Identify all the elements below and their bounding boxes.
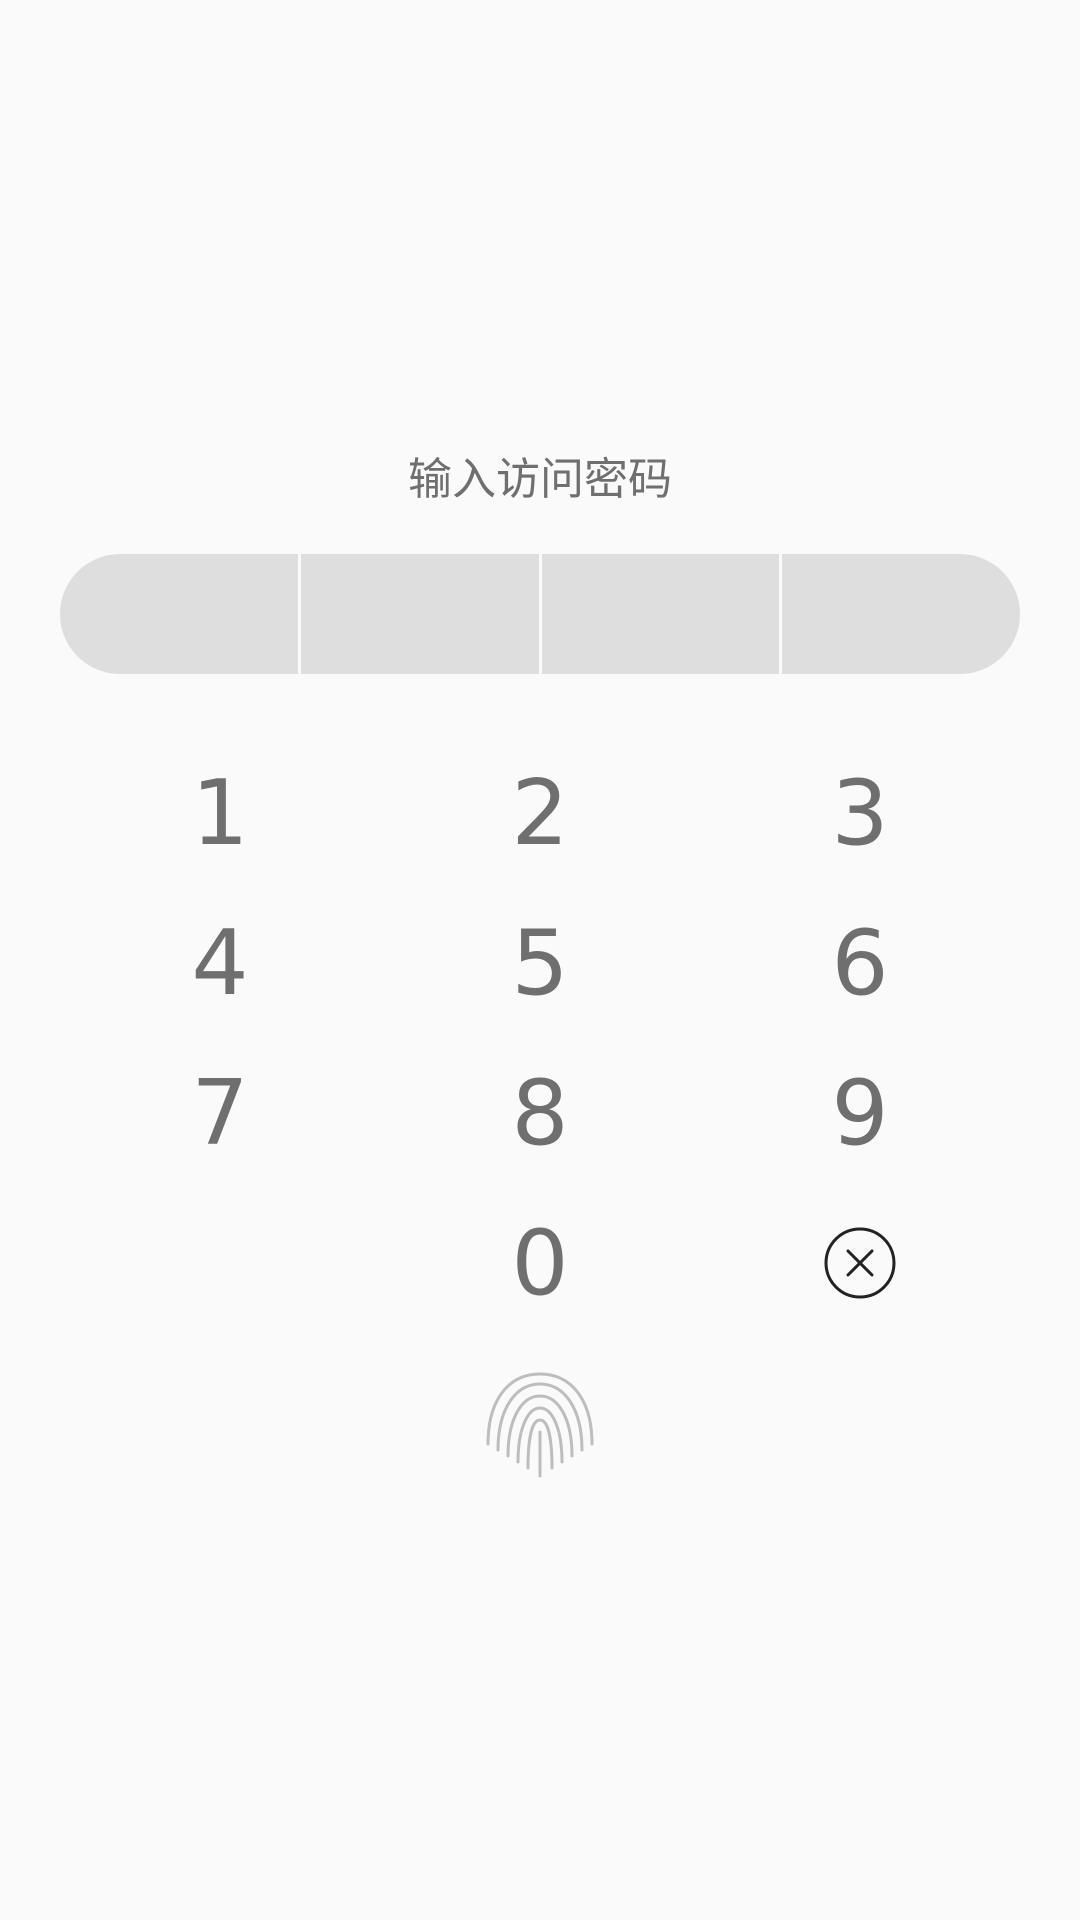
clear-circle-icon [824, 1227, 896, 1299]
pin-slot-3 [541, 554, 780, 674]
key-6[interactable]: 6 [700, 888, 1020, 1038]
delete-button[interactable] [700, 1188, 1020, 1338]
numeric-keypad: 1 2 3 4 5 6 7 8 9 0 [60, 738, 1020, 1338]
key-8[interactable]: 8 [380, 1038, 700, 1188]
pin-slot-4 [782, 554, 1020, 674]
key-4[interactable]: 4 [60, 888, 380, 1038]
key-7[interactable]: 7 [60, 1038, 380, 1188]
pin-slot-2 [300, 554, 539, 674]
page-title: 输入访问密码 [408, 454, 672, 505]
fingerprint-icon [486, 1372, 594, 1478]
empty-key-slot [60, 1188, 380, 1338]
key-5[interactable]: 5 [380, 888, 700, 1038]
key-1[interactable]: 1 [60, 738, 380, 888]
pin-entry-field[interactable] [60, 554, 1020, 674]
fingerprint-button[interactable] [482, 1368, 598, 1484]
pin-slot-1 [60, 554, 298, 674]
key-9[interactable]: 9 [700, 1038, 1020, 1188]
key-2[interactable]: 2 [380, 738, 700, 888]
key-3[interactable]: 3 [700, 738, 1020, 888]
key-0[interactable]: 0 [380, 1188, 700, 1338]
